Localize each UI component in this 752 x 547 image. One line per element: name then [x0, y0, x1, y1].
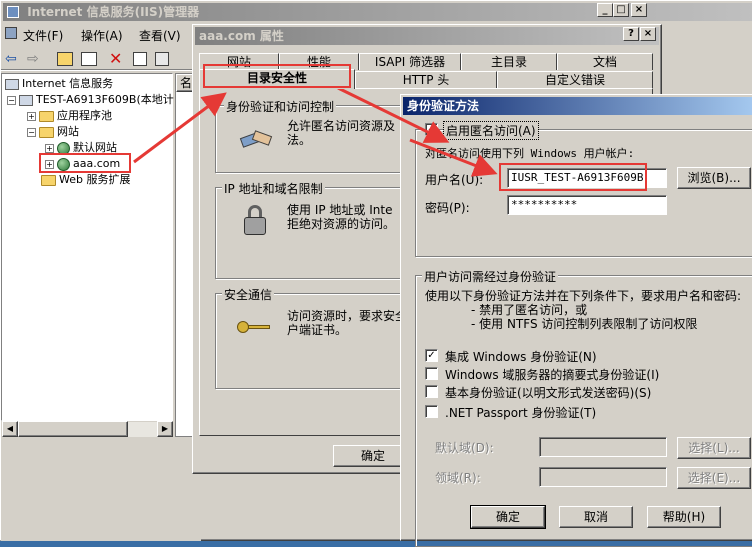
arrow-dialog-to-user — [409, 138, 498, 177]
annotation-arrows — [133, 86, 498, 177]
highlight-directory-security-tab — [203, 64, 351, 88]
arrow-tree-to-tab — [133, 92, 227, 164]
arrow-tab-to-dialog — [337, 86, 450, 143]
